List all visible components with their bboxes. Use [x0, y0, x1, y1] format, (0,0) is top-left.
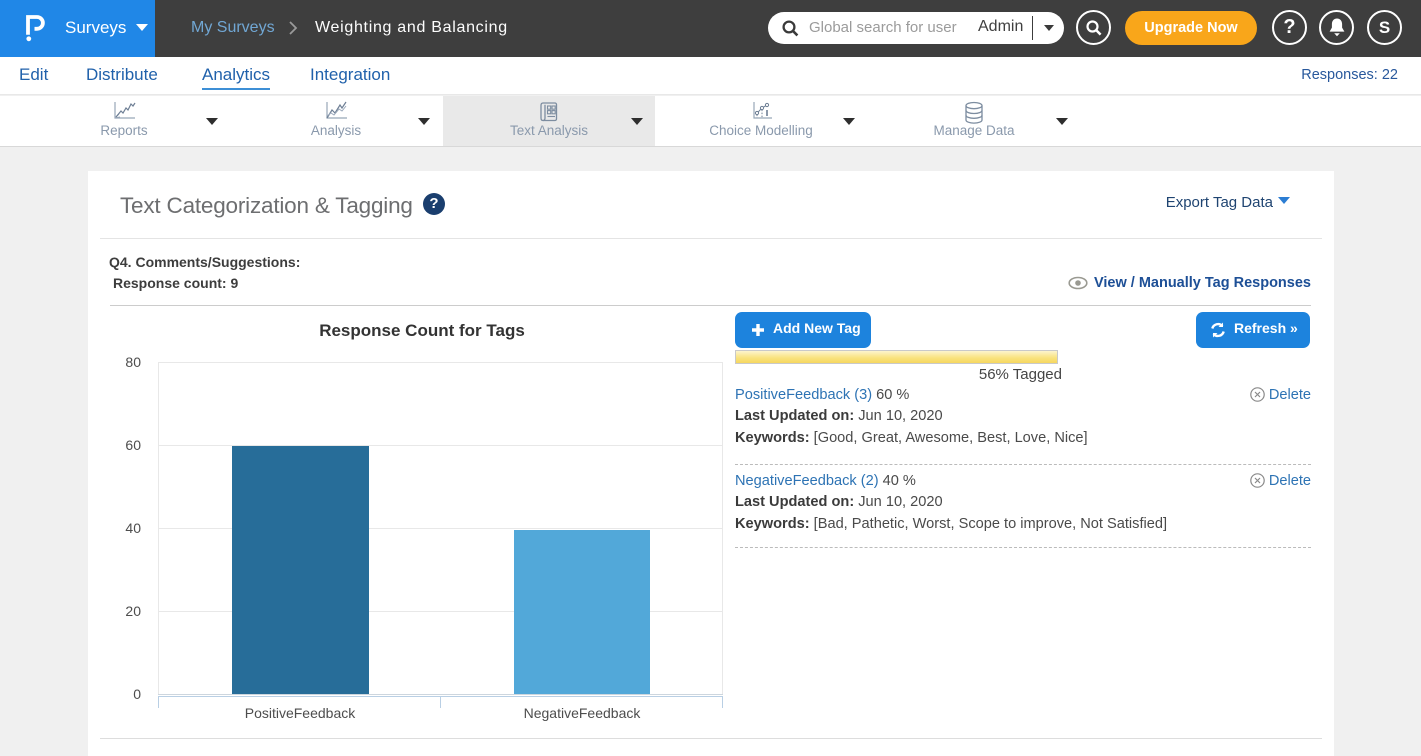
svg-text:0: 0 [133, 686, 141, 702]
svg-text:20: 20 [125, 603, 141, 619]
svg-text:60: 60 [125, 437, 141, 453]
svg-text:Response Count for Tags: Response Count for Tags [319, 321, 525, 340]
svg-text:NegativeFeedback: NegativeFeedback [524, 705, 642, 721]
svg-text:PositiveFeedback: PositiveFeedback [245, 705, 357, 721]
svg-text:80: 80 [125, 354, 141, 370]
svg-text:40: 40 [125, 520, 141, 536]
